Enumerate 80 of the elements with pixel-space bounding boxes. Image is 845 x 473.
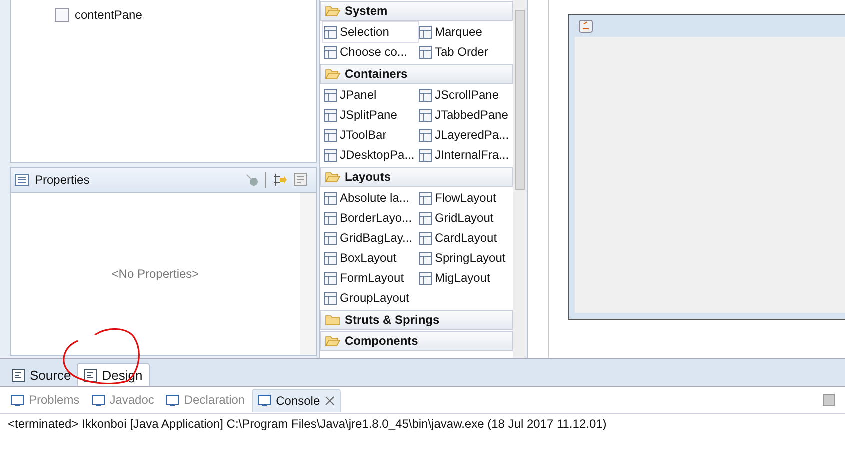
component-icon [418,44,433,60]
console-output: <terminated> Ikkonboi [Java Application] C:\Program Files\Java\jre1.8.0_45\bin\javaw.exe (18 Jul 2017 11.12.01) [0,413,845,434]
palette-item[interactable]: JDesktopPa... [323,145,418,165]
view-tab[interactable]: Javadoc [86,389,160,411]
palette-category[interactable]: Struts & Springs [320,310,513,330]
panel-title: Properties [35,173,90,187]
palette-category[interactable]: Components [320,331,513,351]
palette-item[interactable]: JPanel [323,85,418,105]
minimize-icon[interactable] [823,394,835,406]
component-icon [323,230,338,246]
palette-item[interactable]: SpringLayout [418,248,513,268]
view-tab[interactable]: Declaration [161,389,250,411]
table-icon[interactable] [294,173,308,187]
palette-item[interactable]: GridBagLay... [323,228,418,248]
arrows-icon[interactable] [272,173,288,187]
palette-item[interactable]: JInternalFra... [418,145,513,165]
close-icon[interactable] [325,396,336,406]
document-icon [84,368,98,382]
component-icon [418,250,433,266]
view-icon [258,394,272,407]
palette-item[interactable]: JScrollPane [418,85,513,105]
palette-category[interactable]: System [320,1,513,21]
component-icon [418,270,433,286]
folder-icon [325,68,341,80]
component-icon [418,24,433,40]
palette-category[interactable]: Layouts [320,167,513,187]
palette-item[interactable]: JSplitPane [323,105,418,125]
palette-item[interactable]: FlowLayout [418,188,513,208]
scrollbar[interactable] [300,193,316,355]
folder-icon [325,171,341,183]
component-icon [418,190,433,206]
palette-item[interactable]: Tab Order [418,42,513,62]
editor-tab[interactable]: Source [6,364,78,386]
component-icon [323,108,338,122]
document-icon [12,368,25,382]
component-icon [55,8,69,22]
palette-category[interactable]: Containers [320,64,513,84]
component-icon [418,230,433,246]
folder-icon [325,314,341,326]
palette-item[interactable]: JLayeredPa... [418,125,513,145]
component-icon [323,128,338,142]
tree-item[interactable]: contentPane [55,6,316,24]
empty-message: <No Properties> [112,267,200,281]
component-icon [323,190,338,206]
view-icon [166,394,180,406]
scrollbar[interactable] [513,0,527,358]
component-icon [323,210,338,226]
component-icon [418,88,433,102]
palette-item[interactable]: MigLayout [418,268,513,288]
palette-item[interactable]: Absolute la... [323,188,418,208]
component-icon [323,44,338,60]
palette-item[interactable]: Marquee [418,22,513,42]
palette-item[interactable]: BoxLayout [323,248,418,268]
component-icon [418,108,433,122]
frame-preview[interactable] [568,14,845,320]
component-icon [323,270,338,286]
view-icon [92,394,105,406]
component-icon [323,148,338,162]
palette-item[interactable]: JTabbedPane [418,105,513,125]
palette-item[interactable]: JToolBar [323,125,418,145]
folder-icon [325,335,341,347]
component-icon [323,250,338,266]
palette-item[interactable]: BorderLayo... [323,208,418,228]
component-icon [418,148,433,162]
view-tab[interactable]: Problems [6,389,85,411]
palette-item[interactable]: FormLayout [323,268,418,288]
component-icon [418,128,433,142]
folder-icon [325,5,341,17]
component-icon [323,290,338,306]
palette-item[interactable]: GridLayout [418,208,513,228]
component-icon [323,88,338,102]
palette-item[interactable]: Choose co... [323,42,418,62]
palette-item[interactable]: CardLayout [418,228,513,248]
component-icon [418,210,433,226]
java-icon [579,20,593,32]
view-icon [11,394,24,406]
palette-item[interactable]: GroupLayout [323,288,418,308]
list-icon [15,174,29,186]
view-tab[interactable]: Console [252,388,342,412]
component-icon [323,24,338,40]
